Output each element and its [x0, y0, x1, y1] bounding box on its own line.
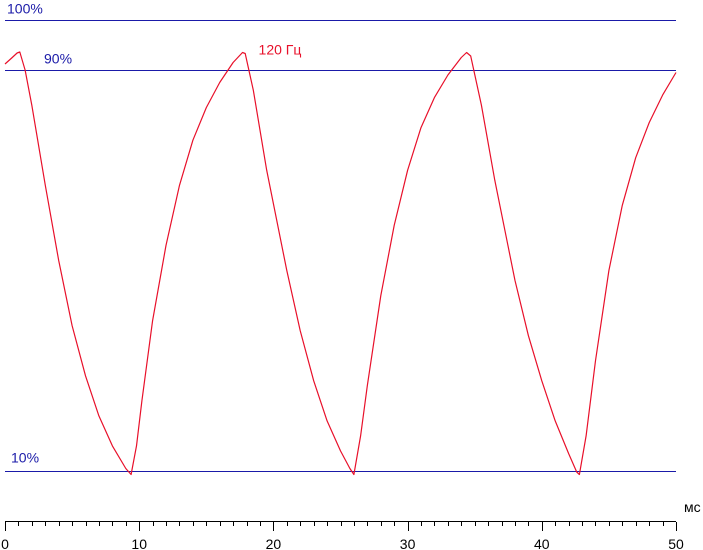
- x-axis: 0 10 20 30 40 50 мс: [1, 499, 701, 550]
- x-tick-label: 30: [400, 536, 416, 550]
- reference-lines: 100% 90% 10%: [5, 1, 676, 472]
- reference-label-90: 90%: [44, 51, 72, 67]
- chart: 100% 90% 10% 120 Гц 0 10 20 30 40 50 мс: [1, 1, 701, 550]
- x-tick-label: 50: [668, 536, 684, 550]
- series-layer: 120 Гц: [4, 41, 677, 476]
- x-tick-label: 10: [131, 536, 147, 550]
- x-tick-label: 20: [266, 536, 282, 550]
- series-label: 120 Гц: [259, 41, 302, 57]
- series-line: [4, 51, 677, 476]
- x-tick-label: 40: [534, 536, 550, 550]
- x-unit-label: мс: [684, 499, 701, 515]
- reference-label-10: 10%: [11, 450, 39, 466]
- reference-label-100: 100%: [7, 1, 43, 17]
- x-tick-label: 0: [1, 536, 9, 550]
